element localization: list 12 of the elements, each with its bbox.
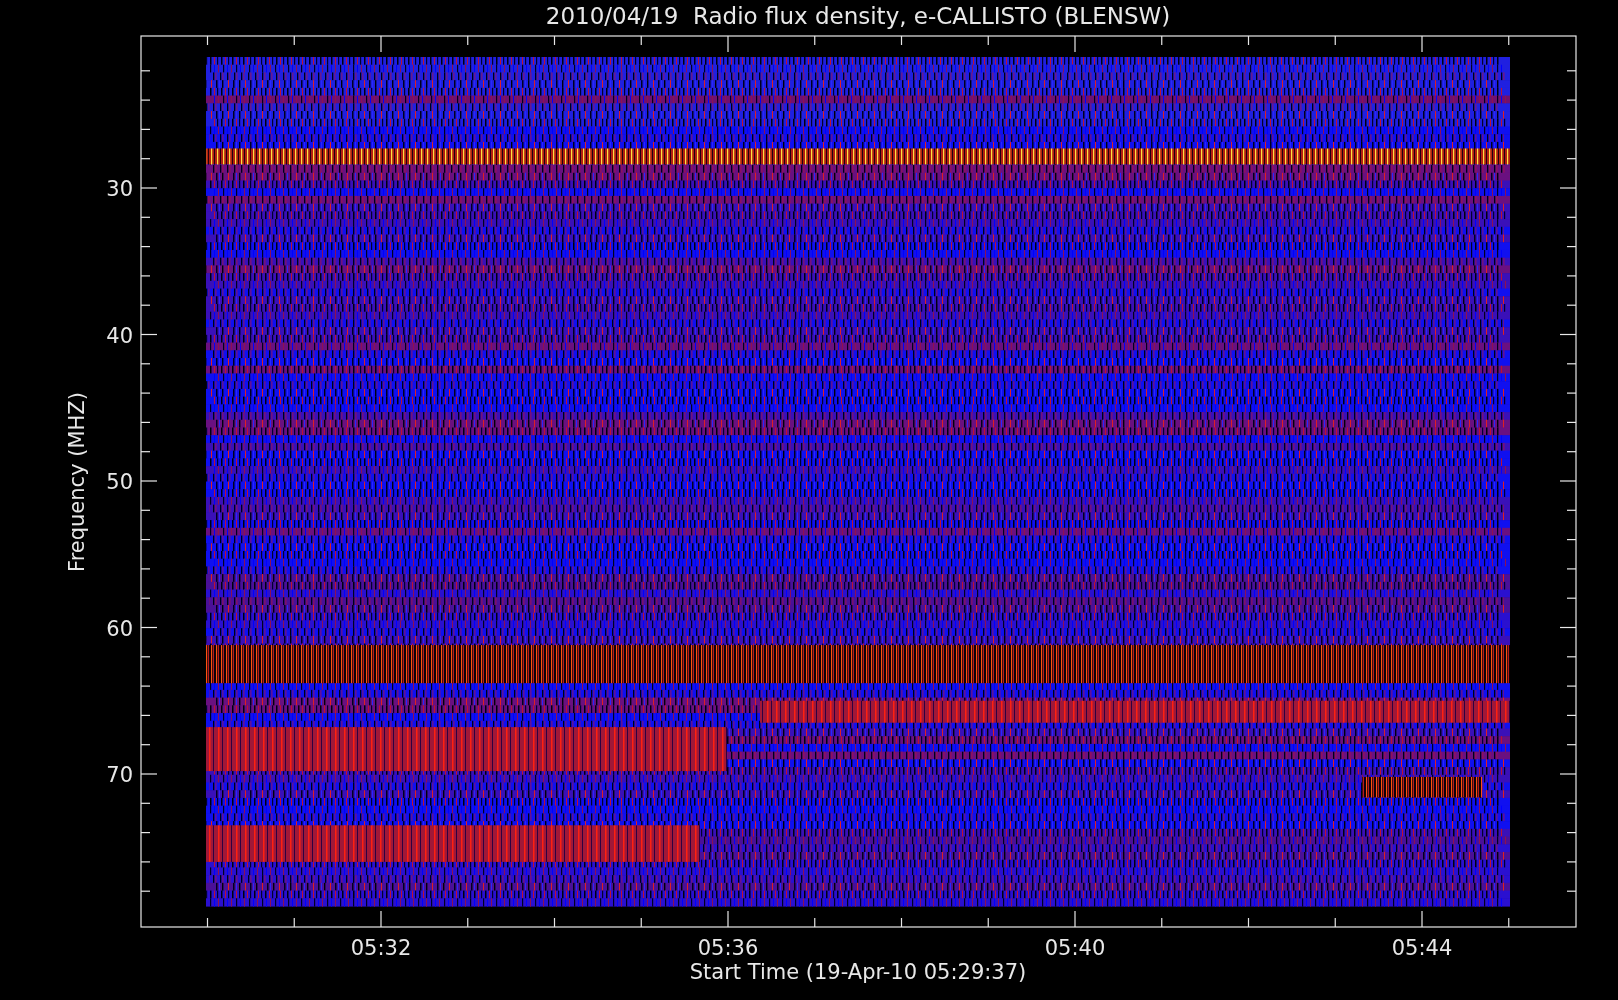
tick-label: 70 (106, 763, 133, 787)
tick-label: 05:44 (1391, 936, 1453, 960)
tick-label: 50 (106, 470, 133, 494)
chart-title: 2010/04/19 Radio flux density, e-CALLISTO (BLENSW) (545, 3, 1171, 29)
tick-label: 30 (106, 177, 133, 201)
tick-label: 40 (106, 323, 133, 348)
axis-label: Frequency (MHZ) (65, 392, 89, 572)
tick-label: 60 (106, 616, 133, 641)
tick-label: 05:36 (697, 936, 759, 960)
tick-label: 05:32 (350, 936, 412, 960)
tick-label: 05:40 (1044, 936, 1106, 960)
axis-label: Start Time (19-Apr-10 05:29:37) (689, 960, 1027, 984)
